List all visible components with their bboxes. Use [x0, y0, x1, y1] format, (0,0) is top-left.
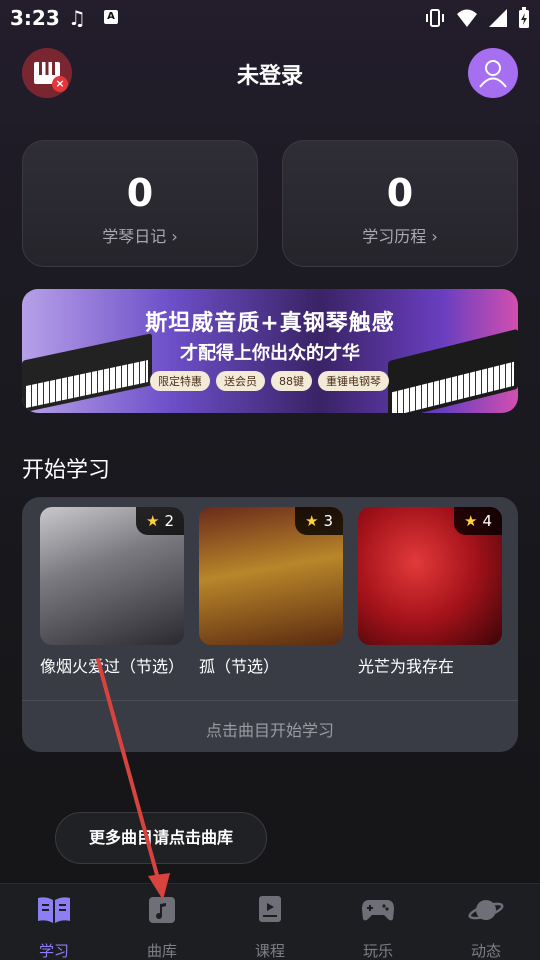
star-icon: ★: [146, 512, 160, 530]
tab-feed[interactable]: 动态: [446, 892, 526, 960]
banner-headline: 斯坦威音质+真钢琴触感: [145, 311, 395, 336]
difficulty-badge: ★ 2: [136, 507, 184, 535]
tab-label: 曲库: [146, 942, 177, 960]
difficulty-value: 4: [482, 512, 492, 530]
star-icon: ★: [464, 512, 478, 530]
banner-subheadline: 才配得上你出众的才华: [180, 343, 360, 364]
song-item[interactable]: ★ 2 像烟火爱过（节选）: [40, 507, 184, 677]
practice-diary-count: 0: [126, 171, 154, 215]
difficulty-value: 2: [164, 512, 174, 530]
song-cover: ★ 4: [358, 507, 502, 645]
song-title: 孤（节选）: [199, 657, 280, 676]
start-learning-hint[interactable]: 点击曲目开始学习: [22, 717, 518, 741]
music-note-icon: ♫: [68, 6, 86, 30]
divider: [22, 700, 518, 701]
status-icons: [424, 7, 530, 29]
wifi-icon: [457, 9, 477, 27]
library-tooltip: 更多曲目请点击曲库: [55, 812, 267, 864]
practice-diary-card[interactable]: 0 学琴日记 ›: [22, 140, 258, 267]
user-icon: [479, 60, 507, 88]
song-cover: ★ 3: [199, 507, 343, 645]
practice-diary-label: 学琴日记 ›: [102, 227, 178, 246]
banner-tag: 送会员: [216, 371, 265, 391]
difficulty-badge: ★ 3: [295, 507, 343, 535]
learning-history-count: 0: [386, 171, 414, 215]
book-icon: [38, 897, 70, 923]
signal-icon: [489, 9, 507, 27]
difficulty-badge: ★ 4: [454, 507, 502, 535]
notification-a-icon: A: [104, 10, 118, 24]
tab-play[interactable]: 玩乐: [338, 892, 418, 960]
tab-label: 学习: [38, 942, 69, 960]
learning-history-label: 学习历程 ›: [362, 227, 438, 246]
bottom-tab-bar: 学习 曲库 课程 玩乐 动态: [0, 883, 540, 960]
tab-courses[interactable]: 课程: [230, 892, 310, 960]
tab-label: 动态: [470, 942, 501, 960]
vibrate-icon: [426, 9, 444, 27]
song-title: 光芒为我存在: [358, 657, 455, 676]
page-title: 未登录: [236, 64, 303, 89]
tab-label: 玩乐: [362, 942, 393, 960]
status-time: 3:23: [10, 6, 60, 30]
difficulty-value: 3: [323, 512, 333, 530]
banner-tag: 88键: [271, 371, 312, 391]
star-icon: ★: [305, 512, 319, 530]
header: × 未登录: [0, 46, 540, 102]
song-title: 像烟火爱过（节选）: [40, 657, 184, 676]
banner-tag: 限定特惠: [150, 371, 210, 391]
tab-label: 课程: [254, 942, 285, 960]
battery-icon: [519, 7, 529, 28]
tab-learn[interactable]: 学习: [14, 892, 94, 960]
song-cover: ★ 2: [40, 507, 184, 645]
course-icon: [259, 896, 281, 922]
learning-history-card[interactable]: 0 学习历程 ›: [282, 140, 518, 267]
gamepad-icon: [362, 900, 394, 921]
song-item[interactable]: ★ 4 光芒为我存在: [358, 507, 502, 677]
banner-tag: 重锤电钢琴: [318, 371, 389, 391]
planet-icon: [468, 900, 504, 920]
banner-tags: 限定特惠 送会员 88键 重锤电钢琴: [150, 371, 389, 391]
song-item[interactable]: ★ 3 孤（节选）: [199, 507, 343, 677]
start-learning-card: ★ 2 像烟火爱过（节选） ★ 3 孤（节选） ★ 4 光芒为我存在 点击曲目开…: [22, 497, 518, 752]
tab-library[interactable]: 曲库: [122, 892, 202, 960]
section-title: 开始学习: [22, 458, 111, 483]
avatar[interactable]: [468, 48, 518, 98]
status-bar: 3:23 ♫ A: [0, 0, 540, 38]
promo-banner[interactable]: 斯坦威音质+真钢琴触感 才配得上你出众的才华 限定特惠 送会员 88键 重锤电钢…: [22, 289, 518, 413]
music-library-icon: [149, 897, 175, 923]
